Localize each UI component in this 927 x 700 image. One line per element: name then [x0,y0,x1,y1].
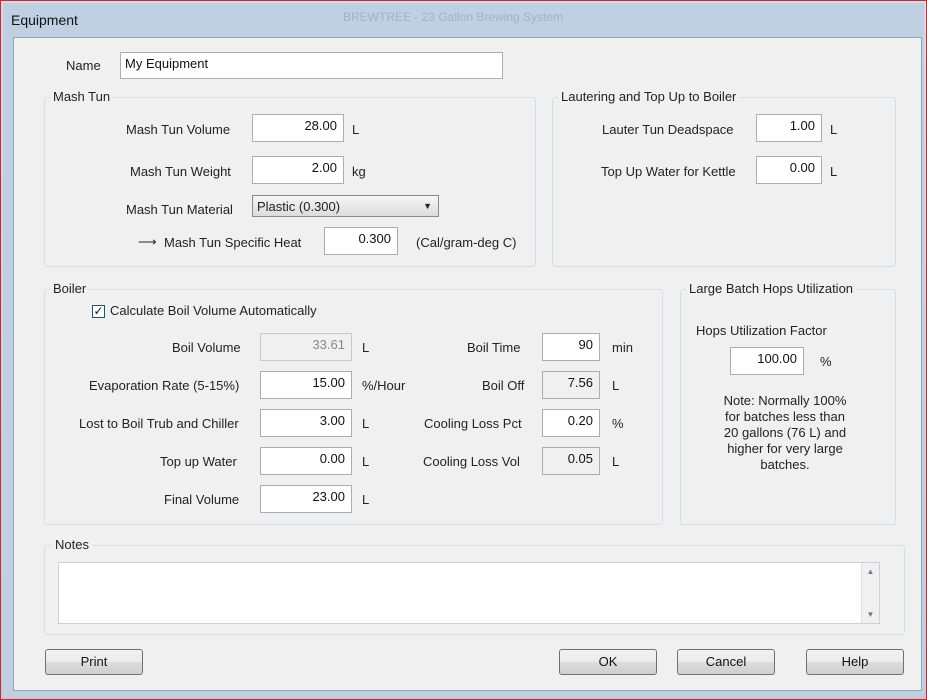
hops-factor-label: Hops Utilization Factor [696,323,827,338]
notes-scrollbar[interactable]: ▲ ▼ [861,563,879,623]
ok-button[interactable]: OK [559,649,657,675]
evaporation-rate-unit: %/Hour [362,378,406,393]
boil-volume-input: 33.61 [260,333,352,361]
final-volume-unit: L [362,492,370,507]
check-icon: ✓ [93,304,104,318]
mash-tun-volume-input[interactable]: 28.00 [252,114,344,142]
chevron-down-icon: ▼ [423,201,432,211]
final-volume-label: Final Volume [164,492,240,507]
mash-tun-volume-unit: L [352,122,360,137]
mash-tun-specific-heat-label: Mash Tun Specific Heat [164,235,302,250]
name-label: Name [66,58,101,73]
scroll-down-icon[interactable]: ▼ [862,606,879,623]
scroll-up-icon[interactable]: ▲ [862,563,879,580]
boil-time-input[interactable]: 90 [542,333,600,361]
cooling-loss-vol-value: 0.05 [542,447,600,475]
equipment-window: Equipment BREWTREE - 23 Gallon Brewing S… [0,0,927,700]
mash-tun-weight-label: Mash Tun Weight [130,164,231,179]
topup-kettle-input[interactable]: 0.00 [756,156,822,184]
arrow-icon: ⟶ [138,234,157,250]
mash-tun-group-label: Mash Tun [50,89,114,104]
boil-time-unit: min [612,340,633,355]
arrow-glyph: ⟶ [138,234,157,249]
cooling-loss-vol-label: Cooling Loss Vol [423,454,520,469]
cancel-button[interactable]: Cancel [677,649,775,675]
boiler-group-label: Boiler [50,281,90,296]
hops-group-label: Large Batch Hops Utilization [686,281,857,296]
auto-boil-volume-label[interactable]: Calculate Boil Volume Automatically [110,303,317,318]
mash-tun-material-label: Mash Tun Material [126,202,233,217]
help-button[interactable]: Help [806,649,904,675]
boiler-topup-unit: L [362,454,370,469]
mash-tun-material-select[interactable]: Plastic (0.300) ▼ [252,195,439,217]
lauter-deadspace-label: Lauter Tun Deadspace [602,122,734,137]
boil-volume-label: Boil Volume [172,340,241,355]
background-window-label: BREWTREE - 23 Gallon Brewing System [343,10,564,24]
print-button[interactable]: Print [45,649,143,675]
final-volume-input[interactable]: 23.00 [260,485,352,513]
cooling-loss-pct-unit: % [612,416,624,431]
hops-note-line: 20 gallons (76 L) and [723,425,847,440]
lost-trub-input[interactable]: 3.00 [260,409,352,437]
cooling-loss-pct-input[interactable]: 0.20 [542,409,600,437]
cooling-loss-pct-label: Cooling Loss Pct [424,416,522,431]
mash-tun-material-value: Plastic (0.300) [257,199,341,214]
boil-volume-unit: L [362,340,370,355]
evaporation-rate-input[interactable]: 15.00 [260,371,352,399]
mash-tun-specific-heat-unit: (Cal/gram-deg C) [416,235,517,250]
mash-tun-volume-label: Mash Tun Volume [126,122,231,137]
boil-time-label: Boil Time [467,340,521,355]
notes-group-label: Notes [52,537,92,552]
boiler-topup-input[interactable]: 0.00 [260,447,352,475]
boiler-group [44,289,663,525]
lost-trub-label: Lost to Boil Trub and Chiller [79,416,239,431]
window-frame: Equipment BREWTREE - 23 Gallon Brewing S… [3,3,924,697]
evaporation-rate-label: Evaporation Rate (5-15%) [89,378,240,393]
hops-factor-unit: % [820,354,832,369]
mash-tun-weight-input[interactable]: 2.00 [252,156,344,184]
name-input[interactable]: My Equipment [120,52,503,79]
boiler-topup-label: Top up Water [160,454,237,469]
mash-tun-weight-unit: kg [352,164,366,179]
hops-note-line: for batches less than [725,409,845,424]
boil-off-unit: L [612,378,620,393]
hops-note-line: higher for very large [727,441,843,456]
hops-note-line: batches. [760,457,810,472]
boil-off-label: Boil Off [482,378,525,393]
lauter-deadspace-unit: L [830,122,838,137]
topup-kettle-label: Top Up Water for Kettle [601,164,736,179]
auto-boil-volume-checkbox[interactable]: ✓ [92,305,105,318]
cooling-loss-vol-unit: L [612,454,620,469]
topup-kettle-unit: L [830,164,838,179]
hops-note-line: Note: Normally 100% [723,393,847,408]
window-title: Equipment [11,12,78,28]
lauter-deadspace-input[interactable]: 1.00 [756,114,822,142]
hops-note: Note: Normally 100% for batches less tha… [694,393,876,473]
hops-factor-input[interactable]: 100.00 [730,347,804,375]
title-bar[interactable]: Equipment BREWTREE - 23 Gallon Brewing S… [3,3,924,35]
mash-tun-specific-heat-input[interactable]: 0.300 [324,227,398,255]
dialog-client-area: Name My Equipment Mash Tun Mash Tun Volu… [13,37,922,691]
lost-trub-unit: L [362,416,370,431]
lautering-group-label: Lautering and Top Up to Boiler [558,89,740,104]
boil-off-value: 7.56 [542,371,600,399]
notes-textarea[interactable]: ▲ ▼ [58,562,880,624]
background-window-text: BREWTREE - 23 Gallon Brewing System [303,3,903,35]
